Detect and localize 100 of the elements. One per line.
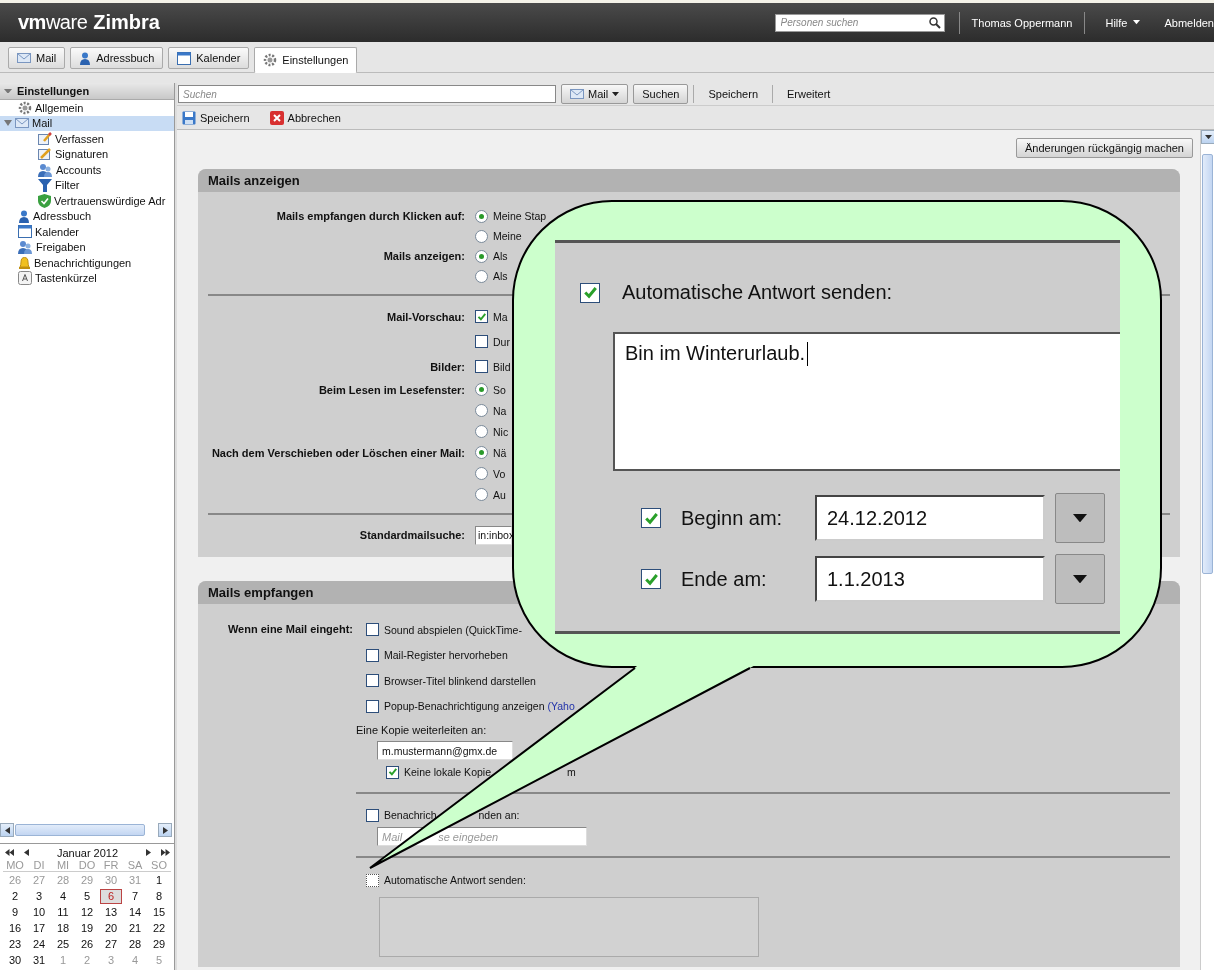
app-tab[interactable]: Adressbuch bbox=[70, 47, 164, 69]
checkbox[interactable] bbox=[580, 282, 600, 303]
user-name[interactable]: Thomas Oppermann bbox=[959, 16, 1085, 29]
calendar-day[interactable]: 3 bbox=[28, 888, 50, 904]
calendar-day[interactable]: 7 bbox=[124, 888, 146, 904]
dropdown-button[interactable] bbox=[1055, 554, 1105, 604]
calendar-day[interactable]: 23 bbox=[4, 936, 26, 952]
horizontal-scrollbar[interactable] bbox=[0, 823, 172, 837]
save-search-button[interactable]: Speichern bbox=[699, 84, 768, 104]
search-box[interactable]: Suchen bbox=[178, 85, 556, 103]
tree-item[interactable]: Allgemein bbox=[0, 100, 174, 116]
triangle-right-icon bbox=[146, 849, 151, 856]
calendar-day[interactable]: 10 bbox=[28, 904, 50, 920]
calendar-day[interactable]: 14 bbox=[124, 904, 146, 920]
checkbox[interactable] bbox=[641, 508, 661, 528]
checkbox[interactable] bbox=[366, 648, 379, 662]
radio-button[interactable] bbox=[475, 425, 488, 438]
checkbox[interactable] bbox=[475, 360, 488, 373]
tree-item[interactable]: Mail bbox=[0, 115, 174, 131]
calendar-day[interactable]: 11 bbox=[52, 904, 74, 920]
calendar-day[interactable]: 2 bbox=[4, 888, 26, 904]
calendar-day[interactable]: 13 bbox=[100, 904, 122, 920]
tree-item[interactable]: Kalender bbox=[0, 224, 174, 240]
radio-button[interactable] bbox=[475, 446, 488, 459]
calendar-day[interactable]: 12 bbox=[76, 904, 98, 920]
tree-item[interactable]: Benachrichtigungen bbox=[0, 255, 174, 271]
search-button[interactable]: Suchen bbox=[633, 84, 689, 104]
tree-item[interactable]: Tastenkürzel bbox=[0, 270, 174, 286]
calendar-day[interactable]: 24 bbox=[28, 936, 50, 952]
search-field[interactable]: Suchen bbox=[183, 88, 555, 100]
calendar-day[interactable]: 30 bbox=[4, 952, 26, 968]
app-tab[interactable]: Kalender bbox=[168, 47, 250, 69]
vertical-scrollbar[interactable] bbox=[1200, 130, 1214, 970]
close-icon bbox=[269, 110, 284, 125]
calendar-day[interactable]: 15 bbox=[148, 904, 170, 920]
calendar-day[interactable]: 17 bbox=[28, 920, 50, 936]
calendar-day[interactable]: 22 bbox=[148, 920, 170, 936]
app-tab[interactable]: Mail bbox=[8, 47, 66, 69]
calendar-icon bbox=[18, 225, 32, 239]
calendar-day[interactable]: 1 bbox=[148, 872, 170, 888]
advanced-button[interactable]: Erweitert bbox=[778, 84, 840, 104]
help-menu[interactable]: Hilfe bbox=[1085, 16, 1153, 29]
expander-icon[interactable] bbox=[4, 119, 12, 128]
checkbox[interactable] bbox=[366, 808, 379, 822]
option-text: Bild bbox=[492, 360, 511, 373]
checkbox[interactable] bbox=[366, 873, 379, 887]
email-field[interactable]: m.mustermann@gmx.de bbox=[377, 741, 513, 760]
undo-button[interactable]: Änderungen rückgängig machen bbox=[1016, 138, 1193, 158]
checkbox[interactable] bbox=[366, 699, 379, 713]
option-text: Mail-Register hervorheben bbox=[383, 649, 508, 662]
checkbox[interactable] bbox=[386, 765, 399, 779]
tree-item[interactable]: Adressbuch bbox=[0, 208, 174, 224]
checkbox[interactable] bbox=[366, 623, 379, 637]
tree-item[interactable]: Accounts bbox=[0, 162, 174, 178]
checkbox[interactable] bbox=[641, 569, 661, 589]
calendar-day[interactable]: 16 bbox=[4, 920, 26, 936]
date-field[interactable]: 1.1.2013 bbox=[815, 556, 1045, 602]
scope-dropdown[interactable]: Mail bbox=[561, 84, 629, 104]
radio-button[interactable] bbox=[475, 229, 488, 243]
calendar-day[interactable]: 28 bbox=[124, 936, 146, 952]
calendar-day[interactable]: 27 bbox=[100, 936, 122, 952]
calendar-day[interactable]: 26 bbox=[76, 936, 98, 952]
reply-textarea[interactable]: Bin im Winterurlaub. bbox=[613, 332, 1120, 471]
checkbox[interactable] bbox=[475, 310, 488, 323]
calendar-day[interactable]: 31 bbox=[28, 952, 50, 968]
calendar-day[interactable]: 8 bbox=[148, 888, 170, 904]
radio-button[interactable] bbox=[475, 467, 488, 480]
people-search-box[interactable]: Personen suchen bbox=[774, 13, 945, 32]
link[interactable]: (Yaho bbox=[547, 700, 575, 713]
logout-link[interactable]: Abmelden bbox=[1152, 16, 1214, 29]
calendar-day[interactable]: 6 bbox=[100, 888, 122, 904]
radio-button[interactable] bbox=[475, 488, 488, 501]
checkbox[interactable] bbox=[475, 335, 488, 348]
tree-item[interactable]: Signaturen bbox=[0, 146, 174, 162]
calendar-day[interactable]: 18 bbox=[52, 920, 74, 936]
calendar-day[interactable]: 29 bbox=[148, 936, 170, 952]
option-text: Sound abspielen (QuickTime- bbox=[383, 623, 522, 636]
calendar-day[interactable]: 9 bbox=[4, 904, 26, 920]
radio-button[interactable] bbox=[475, 269, 488, 283]
tree-item[interactable]: Freigaben bbox=[0, 239, 174, 255]
calendar-day[interactable]: 21 bbox=[124, 920, 146, 936]
radio-button[interactable] bbox=[475, 383, 488, 396]
tree-item[interactable]: Vertrauenswürdige Adr bbox=[0, 193, 174, 209]
radio-button[interactable] bbox=[475, 209, 488, 223]
save-button[interactable]: Speichern bbox=[177, 107, 259, 128]
tree-item[interactable]: Filter bbox=[0, 177, 174, 193]
calendar-day[interactable]: 19 bbox=[76, 920, 98, 936]
cancel-button[interactable]: Abbrechen bbox=[260, 107, 350, 128]
radio-button[interactable] bbox=[475, 249, 488, 263]
checkbox[interactable] bbox=[366, 674, 379, 688]
calendar-day[interactable]: 20 bbox=[100, 920, 122, 936]
tree-item[interactable]: Verfassen bbox=[0, 131, 174, 147]
dropdown-button[interactable] bbox=[1055, 493, 1105, 543]
people-search-field[interactable]: Personen suchen bbox=[780, 17, 929, 28]
app-tab[interactable]: Einstellungen bbox=[254, 47, 358, 73]
calendar-day[interactable]: 4 bbox=[52, 888, 74, 904]
date-field[interactable]: 24.12.2012 bbox=[815, 495, 1045, 541]
calendar-day[interactable]: 5 bbox=[76, 888, 98, 904]
radio-button[interactable] bbox=[475, 404, 488, 417]
calendar-day[interactable]: 25 bbox=[52, 936, 74, 952]
